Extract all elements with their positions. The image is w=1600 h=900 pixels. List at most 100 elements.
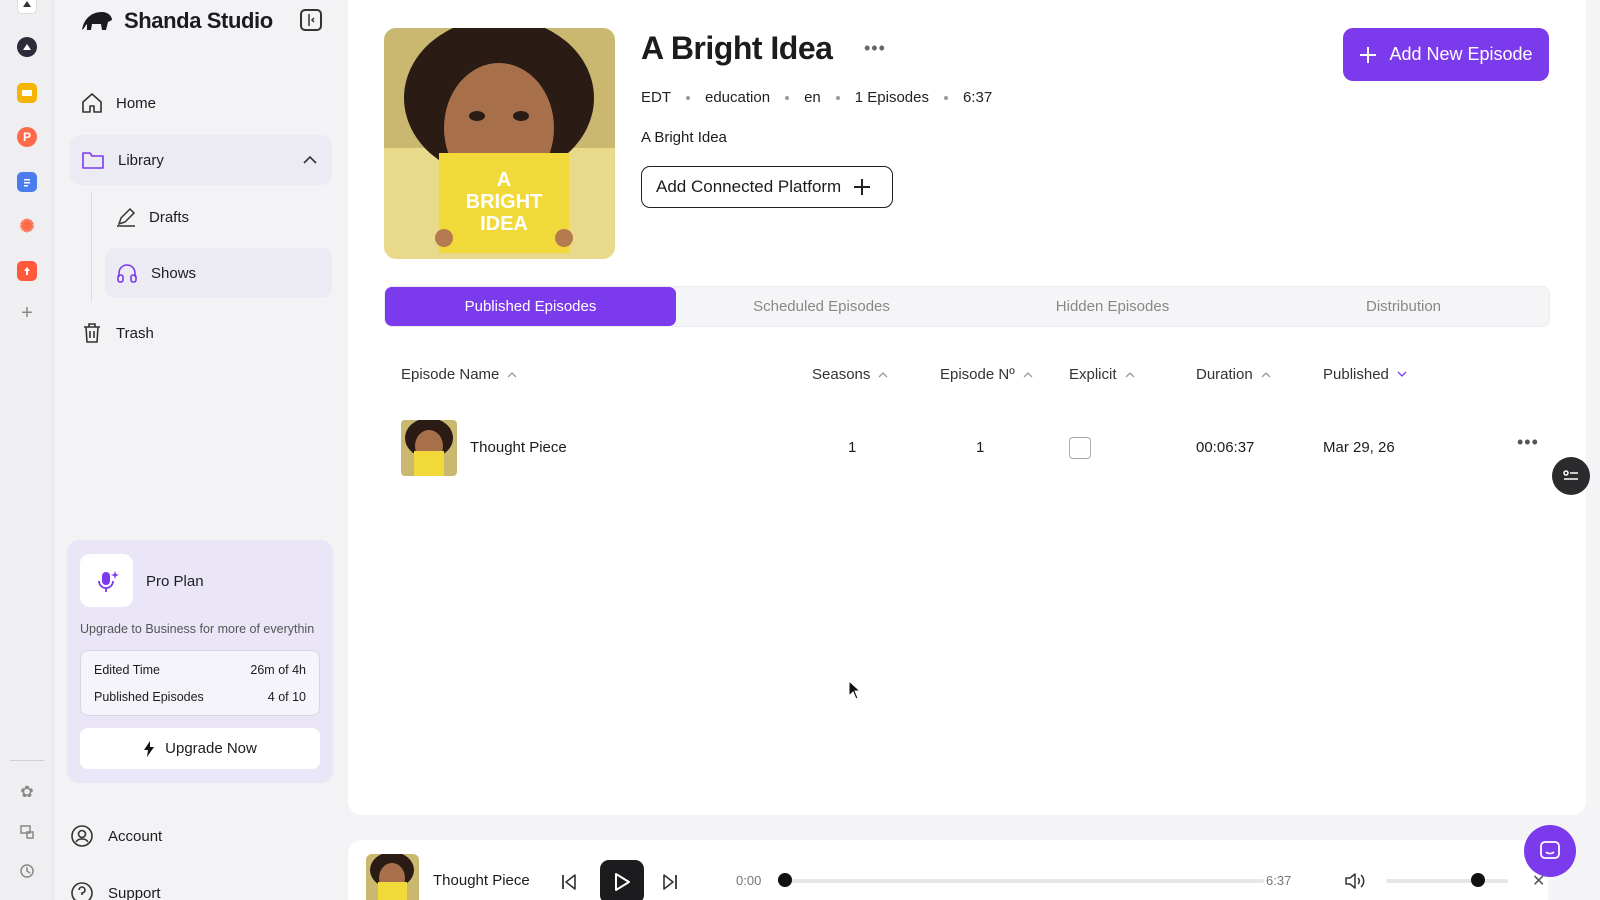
- add-episode-label: Add New Episode: [1389, 44, 1533, 64]
- chevron-up-icon: [878, 372, 888, 378]
- tab-scheduled-episodes[interactable]: Scheduled Episodes: [676, 287, 967, 326]
- tab-distribution[interactable]: Distribution: [1258, 287, 1549, 326]
- explicit-checkbox[interactable]: [1069, 437, 1091, 459]
- volume-icon[interactable]: [1344, 872, 1366, 890]
- connect-label: Add Connected Platform: [656, 177, 842, 196]
- stat-value: 4 of 10: [267, 690, 306, 704]
- lightning-icon: [144, 740, 155, 757]
- player-total-time: 6:37: [1266, 873, 1292, 888]
- submenu-line: [91, 192, 92, 302]
- audio-player: Thought Piece 0:00 6:37 ✕: [348, 840, 1548, 900]
- plan-card: Pro Plan Upgrade to Business for more of…: [67, 540, 333, 783]
- player-title: Thought Piece: [433, 872, 530, 889]
- tab-hidden-episodes[interactable]: Hidden Episodes: [967, 287, 1258, 326]
- table-row[interactable]: Thought Piece 1 1 00:06:37 Mar 29, 26 ••…: [384, 420, 1550, 478]
- docs-app-icon[interactable]: [17, 172, 37, 192]
- column-label: Duration: [1196, 366, 1253, 383]
- column-header-episode-number[interactable]: Episode Nº: [940, 366, 1033, 383]
- plus-icon: [854, 179, 871, 195]
- user-icon: [71, 825, 93, 847]
- add-connected-platform-button[interactable]: Add Connected Platform: [641, 166, 893, 208]
- chat-icon: [1540, 841, 1560, 859]
- upload-app-icon[interactable]: [17, 261, 37, 281]
- elephant-logo-icon: [82, 12, 112, 30]
- column-header-explicit[interactable]: Explicit: [1069, 366, 1135, 383]
- episode-published-date: Mar 29, 26: [1323, 439, 1395, 456]
- upgrade-now-button[interactable]: Upgrade Now: [80, 728, 320, 769]
- column-header-episode-name[interactable]: Episode Name: [401, 366, 517, 383]
- sidebar-item-label: Drafts: [149, 208, 190, 226]
- chevron-up-icon: [1261, 372, 1271, 378]
- brand-name: Shanda Studio: [124, 8, 273, 33]
- episode-duration: 00:06:37: [1196, 439, 1255, 456]
- meta-category: education: [705, 89, 771, 106]
- history-icon[interactable]: [17, 861, 37, 881]
- player-current-time: 0:00: [736, 873, 762, 888]
- add-app-icon[interactable]: +: [17, 302, 37, 324]
- pen-icon: [117, 207, 136, 227]
- app-rail: P ✺ + ✿: [0, 0, 54, 900]
- episode-thumbnail: [401, 420, 457, 476]
- microphone-sparkle-icon: [80, 554, 133, 607]
- brand[interactable]: Shanda Studio: [80, 6, 273, 36]
- sidebar-item-label: Home: [116, 94, 157, 112]
- plan-stats: Edited Time 26m of 4h Published Episodes…: [80, 650, 320, 716]
- ai-icon[interactable]: ✿: [17, 782, 37, 802]
- episode-number: 1: [976, 439, 985, 456]
- chat-support-button[interactable]: [1524, 825, 1576, 877]
- p-app-icon[interactable]: P: [17, 127, 37, 147]
- column-header-seasons[interactable]: Seasons: [812, 366, 888, 383]
- sidebar-item-home[interactable]: Home: [70, 78, 332, 128]
- progress-track[interactable]: [784, 879, 1264, 883]
- play-icon: [615, 873, 630, 891]
- burst-app-icon[interactable]: ✺: [17, 216, 37, 236]
- tab-published-episodes[interactable]: Published Episodes: [385, 287, 676, 326]
- stat-value: 26m of 4h: [250, 663, 306, 677]
- chevron-down-icon: [1397, 371, 1407, 377]
- stat-label: Edited Time: [94, 663, 161, 677]
- show-title: A Bright Idea: [641, 30, 833, 66]
- sidebar-item-drafts[interactable]: Drafts: [105, 192, 332, 242]
- sidebar-item-shows[interactable]: Shows: [105, 248, 332, 298]
- chevron-up-icon[interactable]: [302, 155, 318, 165]
- floating-menu-button[interactable]: [1552, 457, 1590, 495]
- show-description: A Bright Idea: [641, 129, 727, 146]
- collapse-sidebar-button[interactable]: [300, 9, 322, 31]
- add-new-episode-button[interactable]: Add New Episode: [1343, 28, 1549, 81]
- column-label: Episode Name: [401, 366, 500, 383]
- column-header-published[interactable]: Published: [1323, 366, 1407, 383]
- podcast-app-icon[interactable]: [17, 37, 37, 57]
- skip-forward-icon[interactable]: [661, 873, 679, 891]
- sidebar-item-label: Support: [108, 884, 161, 900]
- volume-handle[interactable]: [1470, 873, 1485, 887]
- sidebar-item-trash[interactable]: Trash: [70, 308, 332, 358]
- sidebar-item-account[interactable]: Account: [70, 821, 162, 851]
- episode-name: Thought Piece: [470, 439, 567, 456]
- meta-duration: 6:37: [962, 89, 993, 106]
- show-cover-image: A BRIGHT IDEA: [384, 28, 615, 259]
- chevron-up-icon: [507, 372, 517, 378]
- column-header-duration[interactable]: Duration: [1196, 366, 1271, 383]
- skip-back-icon[interactable]: [560, 873, 578, 891]
- meta-separator: [785, 95, 790, 100]
- main-panel: A BRIGHT IDEA A Bright Idea ••• EDT educ…: [348, 0, 1586, 815]
- progress-handle[interactable]: [778, 873, 792, 887]
- devices-icon[interactable]: [17, 822, 37, 842]
- stat-row-published-episodes: Published Episodes 4 of 10: [94, 690, 306, 704]
- meta-episode-count: 1 Episodes: [854, 89, 929, 106]
- sidebar-item-label: Library: [118, 151, 164, 169]
- app-logo-icon[interactable]: [17, 0, 37, 14]
- volume-track[interactable]: [1386, 879, 1508, 883]
- more-options-icon[interactable]: •••: [864, 38, 886, 59]
- plan-description: Upgrade to Business for more of everythi…: [80, 622, 315, 636]
- cover-text-idea: IDEA: [480, 213, 528, 235]
- sidebar-item-library[interactable]: Library: [70, 135, 332, 185]
- play-button[interactable]: [600, 860, 644, 900]
- row-more-options-icon[interactable]: •••: [1517, 432, 1539, 453]
- sidebar-item-support[interactable]: Support: [70, 878, 161, 900]
- help-icon: [71, 882, 93, 900]
- slides-app-icon[interactable]: [17, 83, 37, 103]
- upgrade-label: Upgrade Now: [165, 740, 257, 757]
- stat-row-edited-time: Edited Time 26m of 4h: [94, 663, 306, 677]
- meta-separator: [686, 95, 690, 100]
